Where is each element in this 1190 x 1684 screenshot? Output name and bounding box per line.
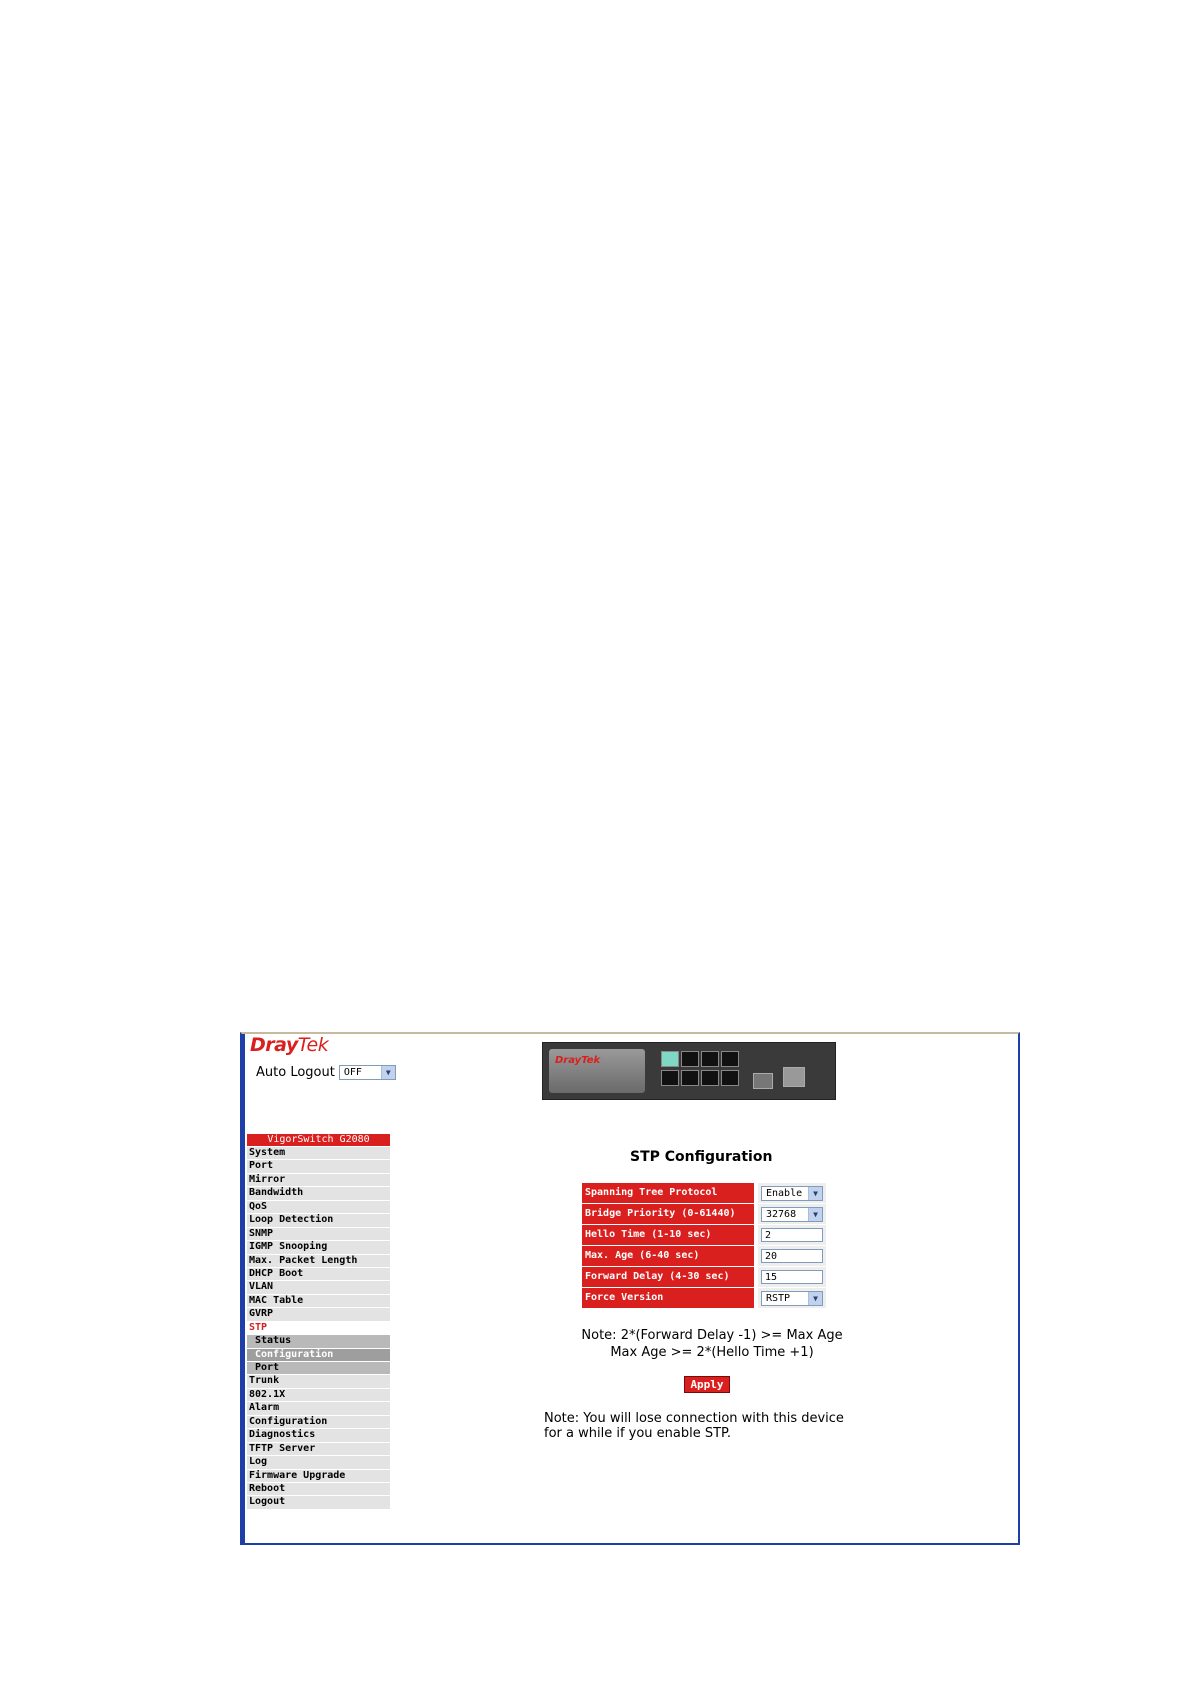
sidebar-item-gvrp[interactable]: GVRP [247,1308,390,1321]
sidebar-item-8021x[interactable]: 802.1X [247,1388,390,1402]
stp-config-form: Spanning Tree Protocol Enable ▼ Bridge P… [582,1183,826,1309]
port-icon [681,1070,699,1086]
device-front-panel-image: DrayTek [542,1042,836,1100]
sidebar-item-logout[interactable]: Logout [247,1496,390,1509]
sidebar-item-snmp[interactable]: SNMP [247,1227,390,1241]
field-value-cell [758,1246,826,1266]
sidebar-item-system[interactable]: System [247,1147,390,1160]
sidebar-subitem-configuration[interactable]: Configuration [247,1348,390,1361]
hello-time-input[interactable] [761,1228,823,1242]
sidebar-item-qos[interactable]: QoS [247,1200,390,1214]
sidebar-item-diagnostics[interactable]: Diagnostics [247,1429,390,1442]
select-value: Enable [766,1187,803,1199]
sidebar-item-tftp-server[interactable]: TFTP Server [247,1442,390,1456]
chevron-down-icon: ▼ [380,1066,395,1079]
sidebar-item-bandwidth[interactable]: Bandwidth [247,1187,390,1200]
field-label: Force Version [582,1288,758,1308]
forward-delay-input[interactable] [761,1270,823,1284]
apply-button[interactable]: Apply [684,1376,730,1393]
warning-line: for a while if you enable STP. [544,1426,732,1441]
field-value-cell: 32768 ▼ [758,1204,826,1224]
sfp-port-icon [753,1073,773,1089]
sidebar-item-trunk[interactable]: Trunk [247,1375,390,1388]
field-label: Bridge Priority (0-61440) [582,1204,758,1224]
sidebar-item-vlan[interactable]: VLAN [247,1281,390,1294]
sidebar-item-dhcp-boot[interactable]: DHCP Boot [247,1267,390,1281]
sidebar-item-firmware-upgrade[interactable]: Firmware Upgrade [247,1469,390,1482]
form-row-max-age: Max. Age (6-40 sec) [582,1246,826,1266]
port-icon [701,1051,719,1067]
device-logo: DrayTek [555,1055,601,1066]
note-line: Max Age >= 2*(Hello Time +1) [610,1345,814,1360]
sidebar-subitem-port[interactable]: Port [247,1362,390,1375]
field-value-cell [758,1225,826,1245]
auto-logout-select[interactable]: OFF ▼ [338,1065,396,1080]
port-icon [721,1051,739,1067]
field-value-cell: Enable ▼ [758,1183,826,1203]
sidebar-item-igmp-snooping[interactable]: IGMP Snooping [247,1241,390,1254]
logo-part1: Dray [250,1034,298,1056]
sidebar-item-configuration[interactable]: Configuration [247,1415,390,1429]
bridge-priority-select[interactable]: 32768 ▼ [761,1206,823,1222]
auto-logout-label: Auto Logout [256,1065,335,1080]
sidebar-item-alarm[interactable]: Alarm [247,1402,390,1415]
page-title: STP Configuration [630,1149,773,1165]
chevron-down-icon: ▼ [808,1291,822,1305]
form-row-force-version: Force Version RSTP ▼ [582,1288,826,1308]
sidebar-item-port[interactable]: Port [247,1160,390,1173]
field-label: Max. Age (6-40 sec) [582,1246,758,1266]
warning-note: Note: You will lose connection with this… [544,1411,844,1441]
max-age-input[interactable] [761,1249,823,1263]
sidebar-item-loop-detection[interactable]: Loop Detection [247,1214,390,1227]
logo-part2: Tek [297,1034,329,1056]
sfp-port-icon [783,1067,805,1087]
field-label: Hello Time (1-10 sec) [582,1225,758,1245]
web-admin-screenshot: DrayTek Auto Logout OFF ▼ DrayTek VigorS… [240,1032,1020,1545]
spanning-tree-select[interactable]: Enable ▼ [761,1185,823,1201]
sidebar-item-stp[interactable]: STP [247,1321,390,1335]
sidebar-subitem-status[interactable]: Status [247,1335,390,1348]
form-row-forward-delay: Forward Delay (4-30 sec) [582,1267,826,1287]
form-row-bridge-priority: Bridge Priority (0-61440) 32768 ▼ [582,1204,826,1224]
form-row-hello-time: Hello Time (1-10 sec) [582,1225,826,1245]
port-icon [721,1070,739,1086]
sidebar-item-mirror[interactable]: Mirror [247,1173,390,1187]
form-row-spanning-tree: Spanning Tree Protocol Enable ▼ [582,1183,826,1203]
sidebar-item-reboot[interactable]: Reboot [247,1482,390,1496]
force-version-select[interactable]: RSTP ▼ [761,1290,823,1306]
frame-border [242,1034,245,1543]
sidebar-item-max-packet-length[interactable]: Max. Packet Length [247,1254,390,1267]
warning-line: Note: You will lose connection with this… [544,1411,844,1426]
chevron-down-icon: ▼ [808,1207,822,1221]
nav-title: VigorSwitch G2080 [247,1134,390,1146]
port-icon [701,1070,719,1086]
note-line: Note: 2*(Forward Delay -1) >= Max Age [581,1328,843,1343]
select-value: 32768 [766,1208,797,1220]
select-value: RSTP [766,1292,791,1304]
draytek-logo: DrayTek [250,1034,329,1056]
sidebar-nav: VigorSwitch G2080 System Port Mirror Ban… [247,1134,390,1510]
field-value-cell: RSTP ▼ [758,1288,826,1308]
constraint-note: Note: 2*(Forward Delay -1) >= Max Age Ma… [542,1327,882,1361]
chevron-down-icon: ▼ [808,1186,822,1200]
field-label: Forward Delay (4-30 sec) [582,1267,758,1287]
port-icon [681,1051,699,1067]
sidebar-item-log[interactable]: Log [247,1456,390,1469]
port-icon [661,1070,679,1086]
field-label: Spanning Tree Protocol [582,1183,758,1203]
port-icon [661,1051,679,1067]
auto-logout-value: OFF [343,1067,362,1078]
field-value-cell [758,1267,826,1287]
sidebar-item-mac-table[interactable]: MAC Table [247,1294,390,1308]
auto-logout: Auto Logout OFF ▼ [256,1065,396,1080]
